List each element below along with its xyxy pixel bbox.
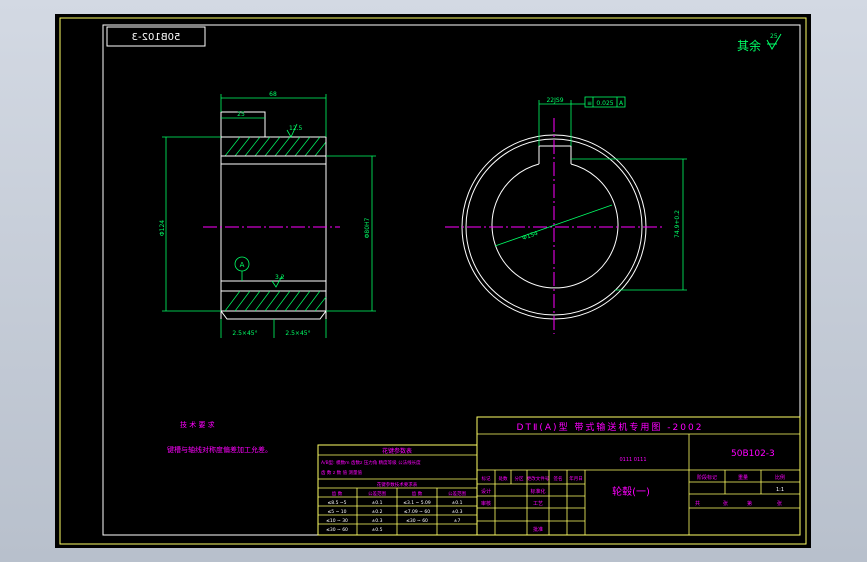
param-table: 花键参数表 A/B型: 模数m 齿数z 压力角 精度等级 公法线长度 齿 数 z… (317, 444, 478, 536)
svg-text:分区: 分区 (515, 475, 524, 482)
svg-text:标准化: 标准化 (530, 488, 545, 495)
svg-text:公差范围: 公差范围 (448, 490, 466, 497)
table-cell: ≤7.09 ~ 60 (404, 509, 430, 515)
part-name: 轮毂(一) (612, 485, 650, 498)
tolerance-value: 0.025 (596, 100, 613, 107)
svg-text:第: 第 (747, 500, 752, 507)
svg-text:设计: 设计 (481, 488, 491, 495)
svg-text:张: 张 (777, 500, 782, 507)
table-cell: ±0.3 (452, 509, 463, 515)
dim-bore-diameter: Φ80H7 (364, 217, 371, 238)
svg-text:批准: 批准 (533, 526, 543, 533)
svg-text:签名: 签名 (554, 475, 563, 482)
outer-frame (59, 17, 807, 545)
tech-requirements-title: 技 术 要 求 (180, 420, 215, 429)
svg-text:张: 张 (723, 500, 728, 507)
table-cell: ±7 (454, 518, 461, 524)
table-cell: ±0.1 (372, 500, 383, 506)
table-cell: ≤5 ~ 10 (328, 509, 347, 515)
table-cell: ±0.3 (372, 518, 383, 524)
small-code: 0111 0111 (619, 457, 646, 463)
svg-text:年月日: 年月日 (569, 475, 583, 482)
section-view: 68 25 12.5 Φ124 Φ80H7 A 3.2 2.5×45° 2.5×… (159, 91, 376, 338)
dim-keyway-width: 25 (237, 111, 245, 118)
end-view: Φ154 22JS9 ≡ 0.025 A 74.9+0.2 (445, 96, 687, 334)
svg-text:更改文件号: 更改文件号 (527, 475, 550, 482)
svg-text:齿 数: 齿 数 (332, 490, 343, 497)
svg-text:齿 数: 齿 数 (412, 490, 423, 497)
dim-diameter-callout: Φ154 (521, 230, 539, 242)
svg-text:工艺: 工艺 (533, 501, 543, 507)
svg-text:审核: 审核 (481, 500, 491, 507)
svg-text:公差范围: 公差范围 (368, 490, 386, 497)
dim-chamfer-left: 2.5×45° (232, 330, 257, 337)
table-cell: ≤3.1 ~ 5.09 (403, 500, 431, 506)
table-cell: ≤30 ~ 60 (326, 527, 348, 533)
svg-text:处数: 处数 (499, 475, 508, 482)
svg-text:阶段标记: 阶段标记 (697, 474, 717, 481)
table-cell: ±0.2 (372, 509, 383, 515)
roughness-top: 12.5 (289, 125, 303, 132)
inner-frame (102, 24, 801, 536)
svg-text:标记: 标记 (482, 475, 491, 482)
dim-total-width: 68 (269, 91, 277, 98)
tech-requirements-text: 键槽与轴线对称度偏差加工允差。 (167, 445, 272, 454)
roughness-bore: 3.2 (275, 274, 285, 281)
roughness-symbol: 25 (766, 33, 782, 50)
project-title: DTⅡ(A)型 带式输送机专用图 -2002 (517, 421, 704, 433)
dim-outer-diameter: Φ124 (159, 220, 166, 236)
title-block: DTⅡ(A)型 带式输送机专用图 -2002 0111 0111 50B102-… (476, 416, 801, 536)
svg-text:25: 25 (770, 33, 778, 40)
drawing-number: 50B102-3 (731, 449, 775, 459)
svg-text:1:1: 1:1 (776, 487, 784, 493)
table-cell: ≤10 ~ 30 (326, 518, 348, 524)
table-cell: ±0.1 (452, 500, 463, 506)
param-note-1: A/B型: 模数m 齿数z 压力角 精度等级 公法线长度 (321, 459, 421, 466)
table-cell: ±0.5 (372, 527, 383, 533)
table-cell: ≤8.5 ~5 (328, 500, 347, 506)
table-cell: ≤30 ~ 60 (406, 518, 428, 524)
svg-text:共: 共 (695, 500, 700, 507)
roughness-note: 其余 (737, 38, 761, 53)
dim-key-width: 22JS9 (546, 97, 563, 104)
dim-chamfer-right: 2.5×45° (285, 330, 310, 337)
datum-label: A (240, 261, 245, 269)
tolerance-datum: A (619, 100, 624, 107)
cad-drawing: 50B102-3 其余 25 68 25 12.5 Φ124 Φ80H7 A 3… (59, 17, 807, 545)
drawing-canvas: 50B102-3 其余 25 68 25 12.5 Φ124 Φ80H7 A 3… (55, 14, 811, 548)
param-note-2: 齿 数 z 数 值 测量值 (321, 469, 363, 476)
param-subtitle: 花键参数技术要求表 (377, 481, 418, 488)
svg-text:≡: ≡ (587, 100, 592, 107)
mirrored-drawing-number: 50B102-3 (132, 32, 181, 43)
dim-keyway-depth: 74.9+0.2 (674, 210, 681, 238)
svg-text:重量: 重量 (738, 474, 748, 481)
svg-text:比例: 比例 (775, 474, 785, 481)
param-table-title: 花键参数表 (382, 447, 412, 455)
